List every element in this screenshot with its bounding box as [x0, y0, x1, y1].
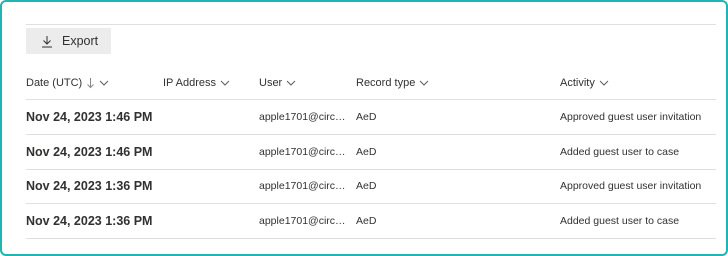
date-cell: Nov 24, 2023 1:36 PM — [26, 214, 153, 228]
date-cell: Nov 24, 2023 1:46 PM — [26, 145, 153, 159]
user-value: apple1701@circus... — [259, 214, 347, 227]
divider — [26, 24, 716, 25]
user-value: apple1701@circus... — [259, 145, 347, 158]
table-row[interactable]: Nov 24, 2023 1:36 PM apple1701@circus...… — [26, 169, 716, 204]
column-label: Record type — [356, 76, 416, 89]
chevron-down-icon — [220, 80, 230, 86]
table-header: Date (UTC) IP Address User Record type A… — [26, 66, 716, 100]
column-header-ip-address[interactable]: IP Address — [163, 66, 230, 99]
user-cell: apple1701@circus... — [259, 100, 347, 134]
arrow-down-icon — [86, 77, 95, 89]
column-label: User — [259, 76, 283, 89]
activity-cell: Added guest user to case — [560, 215, 680, 227]
table-row[interactable]: Nov 24, 2023 1:46 PM apple1701@circus...… — [26, 100, 716, 135]
column-header-activity[interactable]: Activity — [560, 66, 609, 99]
column-header-record-type[interactable]: Record type — [356, 66, 429, 99]
activity-cell: Approved guest user invitation — [560, 180, 702, 192]
user-cell: apple1701@circus... — [259, 204, 347, 238]
chevron-down-icon — [419, 80, 429, 86]
audit-log-panel: Export Date (UTC) IP Address User Record… — [0, 0, 728, 256]
column-label: Activity — [560, 76, 595, 89]
user-value: apple1701@circus... — [259, 179, 347, 192]
chevron-down-icon — [99, 80, 109, 86]
record-type-cell: AeD — [356, 180, 377, 192]
column-label: IP Address — [163, 76, 216, 89]
user-cell: apple1701@circus... — [259, 169, 347, 203]
column-header-user[interactable]: User — [259, 66, 296, 99]
chevron-down-icon — [286, 80, 296, 86]
chevron-down-icon — [599, 80, 609, 86]
user-cell: apple1701@circus... — [259, 135, 347, 169]
download-icon — [41, 35, 53, 48]
activity-cell: Approved guest user invitation — [560, 111, 702, 123]
table-row[interactable]: Nov 24, 2023 1:46 PM apple1701@circus...… — [26, 135, 716, 170]
date-cell: Nov 24, 2023 1:36 PM — [26, 179, 153, 193]
user-value: apple1701@circus... — [259, 110, 347, 123]
table-row[interactable]: Nov 24, 2023 1:36 PM apple1701@circus...… — [26, 204, 716, 239]
export-button[interactable]: Export — [26, 28, 111, 54]
record-type-cell: AeD — [356, 215, 377, 227]
activity-cell: Added guest user to case — [560, 146, 680, 158]
column-label: Date (UTC) — [26, 76, 83, 89]
export-label: Export — [62, 34, 99, 48]
record-type-cell: AeD — [356, 146, 377, 158]
column-header-date[interactable]: Date (UTC) — [26, 66, 109, 99]
date-cell: Nov 24, 2023 1:46 PM — [26, 110, 153, 124]
record-type-cell: AeD — [356, 111, 377, 123]
